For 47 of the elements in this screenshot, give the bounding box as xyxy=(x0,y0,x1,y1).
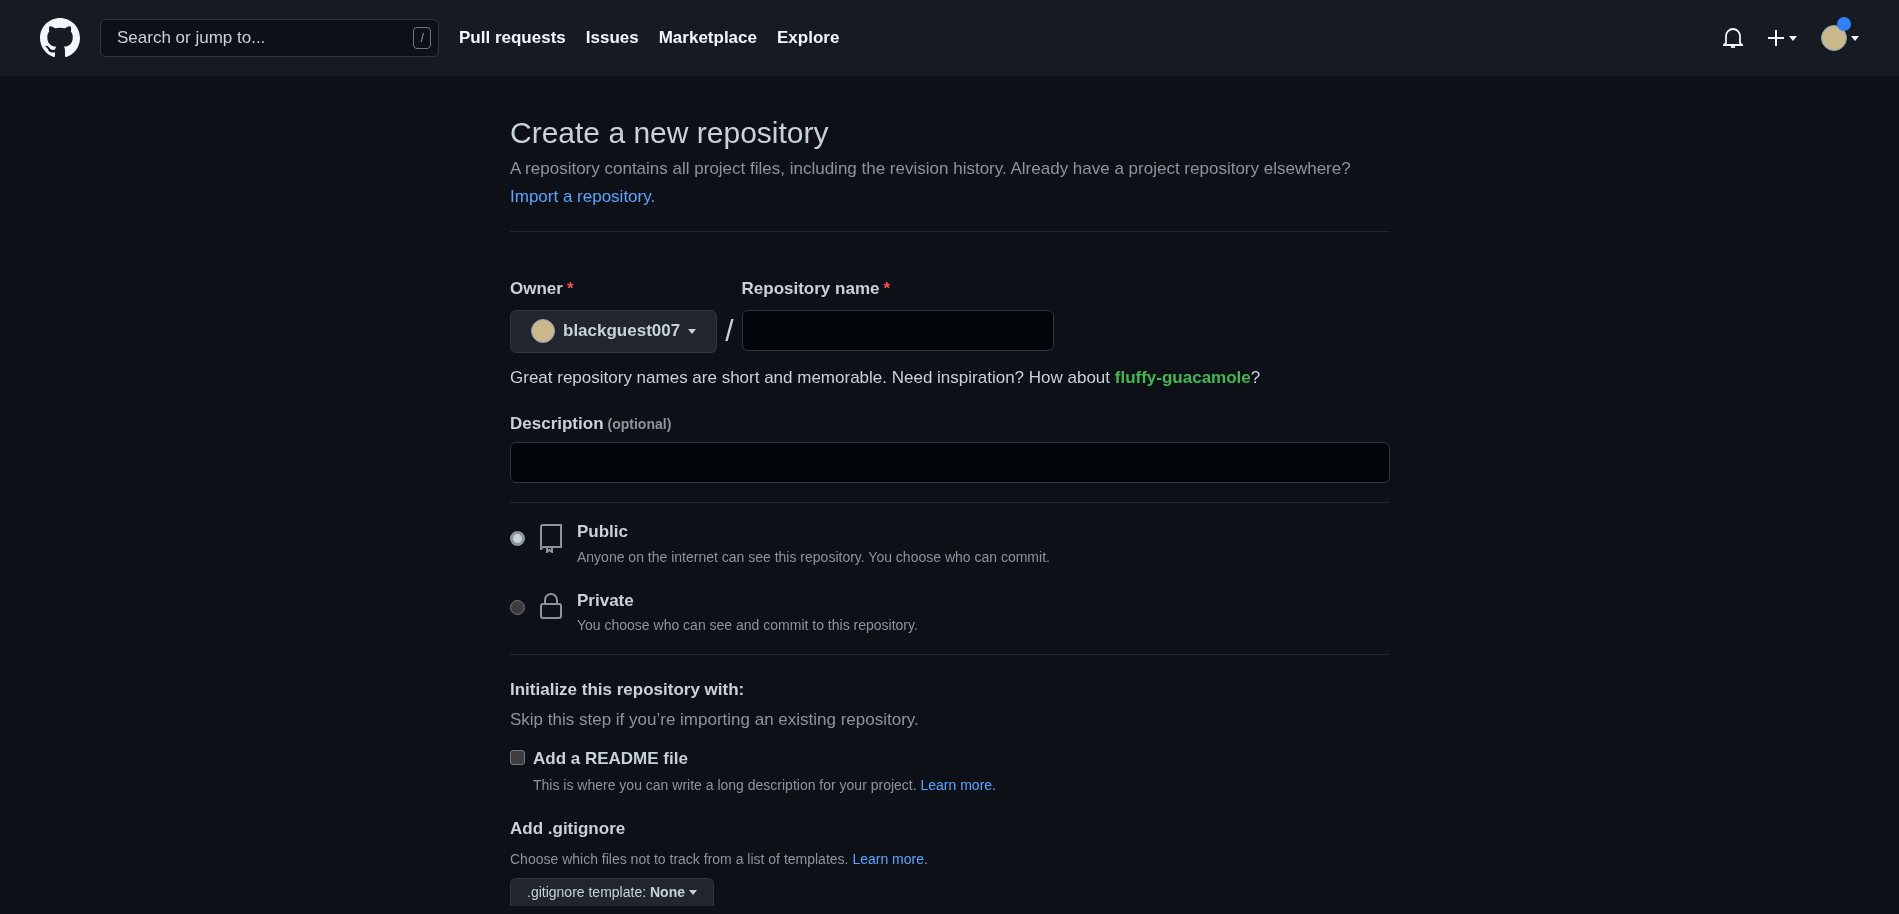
readme-label: Add a README file xyxy=(533,748,689,770)
nav-link[interactable]: Marketplace xyxy=(658,25,757,51)
nav-link[interactable]: Pull requests xyxy=(459,25,566,51)
avatar xyxy=(531,319,555,343)
owner-label: Owner xyxy=(510,278,563,300)
repository-name-input[interactable] xyxy=(741,309,1054,351)
book-icon xyxy=(538,523,564,553)
required-mark: * xyxy=(566,278,574,300)
initialize-subtitle: Skip this step if you’re importing an existing repository. xyxy=(510,708,920,731)
notification-bell-icon[interactable] xyxy=(1723,27,1743,49)
initialize-title: Initialize this repository with: xyxy=(510,679,746,701)
slash-separator: / xyxy=(725,313,734,349)
caret-icon xyxy=(688,328,697,334)
import-link[interactable]: Import a repository. xyxy=(510,183,656,209)
optional-note: (optional) xyxy=(607,414,672,434)
shortcut-key: / xyxy=(413,27,431,49)
description-input[interactable] xyxy=(510,442,1390,483)
required-mark: * xyxy=(883,278,891,300)
page-title: Create a new repository xyxy=(510,115,830,151)
name-hint: Great repository names are short and memorable. Need inspiration? How about fluffy-guacamole? xyxy=(510,367,1262,389)
plus-icon xyxy=(1767,29,1785,47)
gitignore-title: Add .gitignore xyxy=(510,817,627,840)
gitignore-template-dropdown[interactable]: .gitignore template: None xyxy=(510,878,714,906)
visibility-description: You choose who can see and commit to this repository. xyxy=(577,616,918,635)
page-subtitle: A repository contains all project files, including the revision history. Already have a project repository elsewhere? xyxy=(510,158,1352,180)
gitignore-description: Choose which files not to track from a list of templates. xyxy=(510,851,849,867)
readme-checkbox[interactable] xyxy=(510,750,525,765)
repository-name-label: Repository name xyxy=(741,278,880,300)
radio-button[interactable] xyxy=(510,531,525,546)
visibility-description: Anyone on the internet can see this repository. You choose who can commit. xyxy=(577,547,1050,567)
caret-icon xyxy=(688,890,697,895)
create-new-button[interactable] xyxy=(1767,29,1797,47)
lock-icon xyxy=(539,591,563,620)
nav-link[interactable]: Issues xyxy=(585,25,639,51)
description-label: Description xyxy=(510,412,604,435)
nav-link[interactable]: Explore xyxy=(777,25,840,51)
caret-icon xyxy=(1789,35,1797,41)
readme-description: This is where you can write a long description for your project. xyxy=(533,776,917,793)
owner-dropdown[interactable]: blackguest007 xyxy=(510,309,718,353)
github-logo-icon[interactable] xyxy=(40,18,80,58)
visibility-label: Public xyxy=(577,521,629,543)
caret-icon xyxy=(1851,35,1859,41)
learn-more-link[interactable]: Learn more. xyxy=(852,851,928,867)
radio-button[interactable] xyxy=(510,599,525,615)
visibility-label: Private xyxy=(577,589,635,612)
learn-more-link[interactable]: Learn more. xyxy=(920,776,996,793)
avatar xyxy=(1821,25,1847,51)
